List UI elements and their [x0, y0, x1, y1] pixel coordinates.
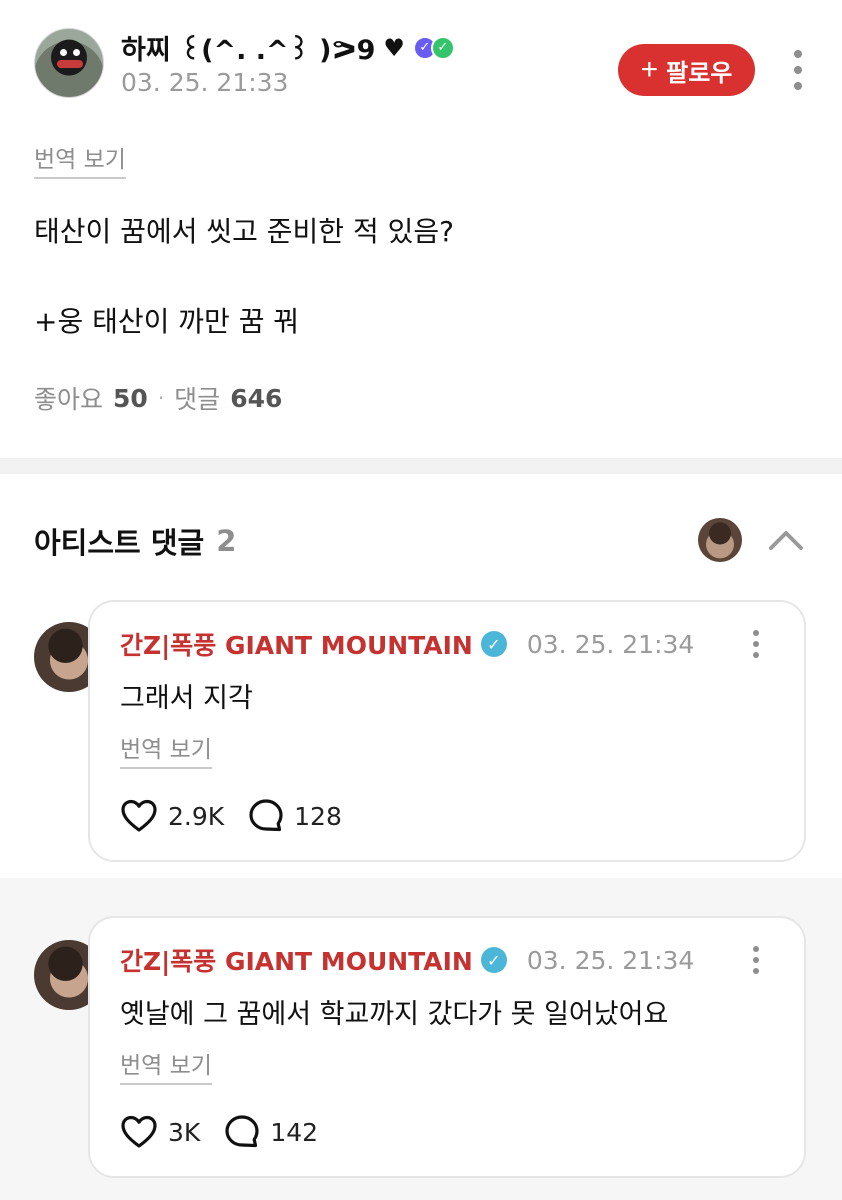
comment-item: 간Z|폭풍 GIANT MOUNTAIN ✓ 03. 25. 21:34 그래서…	[0, 600, 842, 878]
likes-count[interactable]: 50	[113, 384, 148, 413]
stats-separator: ·	[157, 386, 165, 410]
comment-timestamp: 03. 25. 21:34	[526, 629, 695, 659]
translate-link[interactable]: 번역 보기	[120, 730, 212, 769]
plus-icon: +	[640, 53, 659, 86]
like-button[interactable]: 3K	[120, 1115, 200, 1149]
comment-timestamp: 03. 25. 21:34	[526, 945, 695, 975]
avatar-eye-left	[60, 49, 67, 56]
reply-button[interactable]: 128	[248, 798, 342, 834]
chevron-up-svg	[769, 531, 803, 550]
section-divider	[0, 458, 842, 474]
comment-card: 간Z|폭풍 GIANT MOUNTAIN ✓ 03. 25. 21:34 옛날에…	[88, 916, 806, 1178]
comment-bubble-icon	[225, 1115, 259, 1148]
verified-icon: ✓	[480, 631, 507, 657]
likes-label: 좋아요	[34, 385, 104, 414]
comment-text: 옛날에 그 꿈에서 학교까지 갔다가 못 일어났어요	[120, 999, 669, 1030]
kebab-dot	[753, 652, 759, 658]
chevron-up-icon[interactable]	[764, 520, 808, 560]
author-row: 하찌 ꒰(^. .^꒱ )ᕗ9 ♥ ✓ ✓	[121, 28, 455, 67]
comment-header: 간Z|폭풍 GIANT MOUNTAIN ✓ 03. 25. 21:34	[120, 942, 694, 978]
like-button[interactable]: 2.9K	[120, 799, 224, 833]
avatar-mouth	[57, 60, 83, 68]
commenter-name[interactable]: 간Z|폭풍 GIANT MOUNTAIN	[120, 942, 473, 978]
more-options-icon[interactable]	[750, 946, 762, 974]
kebab-dot	[753, 946, 759, 952]
follow-button[interactable]: + 팔로우	[618, 44, 755, 96]
comment-header: 간Z|폭풍 GIANT MOUNTAIN ✓ 03. 25. 21:34	[120, 626, 694, 662]
like-count: 2.9K	[168, 801, 225, 831]
post-text-line: 태산이 꿈에서 씻고 준비한 적 있음?	[34, 215, 455, 248]
comment-bubble-icon	[249, 799, 283, 832]
artist-comments-header: 아티스트 댓글 2	[34, 520, 236, 562]
comments-count[interactable]: 646	[230, 384, 282, 413]
comment-actions: 3K 142	[120, 1114, 332, 1150]
kebab-dot	[753, 957, 759, 963]
heart-icon	[121, 1115, 157, 1148]
post-timestamp: 03. 25. 21:33	[121, 68, 289, 97]
kebab-dot	[794, 50, 802, 58]
like-count: 3K	[168, 1117, 201, 1147]
translate-link[interactable]: 번역 보기	[34, 140, 126, 179]
heart-solid-icon: ♥	[383, 33, 405, 62]
heart-icon	[121, 799, 157, 832]
section-title: 아티스트 댓글	[34, 526, 205, 560]
reply-button[interactable]: 142	[224, 1114, 318, 1150]
comments-label: 댓글	[174, 385, 221, 414]
verified-icon: ✓	[480, 947, 507, 973]
more-options-icon[interactable]	[786, 50, 810, 90]
kebab-dot	[753, 641, 759, 647]
kebab-dot	[753, 968, 759, 974]
author-name[interactable]: 하찌 ꒰(^. .^꒱ )ᕗ9	[121, 28, 375, 67]
kebab-dot	[753, 630, 759, 636]
badge-green-icon: ✓	[430, 35, 455, 60]
user-badges: ✓ ✓	[412, 35, 455, 60]
comment-card: 간Z|폭풍 GIANT MOUNTAIN ✓ 03. 25. 21:34 그래서…	[88, 600, 806, 862]
comment-item: 간Z|폭풍 GIANT MOUNTAIN ✓ 03. 25. 21:34 옛날에…	[0, 878, 842, 1200]
follow-label: 팔로우	[666, 59, 733, 87]
section-count: 2	[216, 524, 237, 558]
reply-count: 142	[270, 1117, 319, 1147]
artist-avatar-small[interactable]	[698, 518, 742, 562]
author-avatar[interactable]	[34, 28, 104, 98]
post-header: 하찌 ꒰(^. .^꒱ )ᕗ9 ♥ ✓ ✓ 03. 25. 21:33 + 팔로…	[0, 0, 842, 110]
more-options-icon[interactable]	[750, 630, 762, 658]
translate-link[interactable]: 번역 보기	[120, 1046, 212, 1085]
kebab-dot	[794, 66, 802, 74]
commenter-name[interactable]: 간Z|폭풍 GIANT MOUNTAIN	[120, 626, 473, 662]
reply-count: 128	[294, 801, 342, 831]
kebab-dot	[794, 82, 802, 90]
avatar-eye-right	[73, 49, 80, 56]
post-stats: 좋아요 50 · 댓글 646	[34, 380, 282, 416]
comment-actions: 2.9K 128	[120, 798, 356, 834]
post-text-line: +웅 태산이 까만 꿈 꿔	[34, 305, 300, 338]
comment-text: 그래서 지각	[120, 683, 253, 714]
